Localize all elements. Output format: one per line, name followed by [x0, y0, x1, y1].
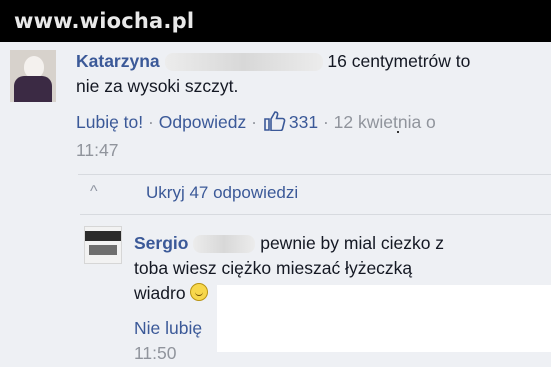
reply-text-line2: toba wiesz ciężko mieszać łyżeczką: [134, 258, 413, 278]
comment-text-line1: 16 centymetrów to: [327, 51, 471, 71]
censored-surname: [164, 53, 323, 72]
reply-text-line3: wiadro: [134, 283, 186, 303]
timestamp-time[interactable]: 11:47: [76, 140, 119, 160]
comment-author[interactable]: Katarzyna: [76, 51, 160, 71]
unlike-link[interactable]: Nie lubię: [134, 318, 202, 338]
reply-timestamp[interactable]: 11:50: [134, 343, 177, 364]
thumbs-up-icon[interactable]: [264, 111, 286, 138]
divider: [78, 174, 551, 175]
reply-author[interactable]: Sergio: [134, 233, 188, 253]
like-count[interactable]: 331: [289, 112, 318, 132]
comment-body: Katarzyna 16 centymetrów to nie za wysok…: [76, 49, 536, 99]
stray-dot: [397, 131, 399, 133]
divider: [80, 214, 551, 215]
timestamp-date[interactable]: 12 kwietnia o: [334, 112, 436, 132]
reply-link[interactable]: Odpowiedz: [159, 112, 247, 132]
censored-surname: [193, 235, 256, 254]
avatar-sergio[interactable]: [84, 226, 122, 264]
reply-text-line1: pewnie by mial ciezko z: [260, 233, 445, 253]
separator: ·: [322, 112, 329, 132]
separator: ·: [148, 112, 154, 132]
censor-box: [217, 285, 551, 352]
watermark-bar: www.wiocha.pl: [0, 0, 551, 42]
chevron-up-icon: ^: [90, 183, 98, 200]
avatar-shape: [89, 245, 117, 255]
hide-replies-label[interactable]: Ukryj 47 odpowiedzi: [146, 183, 298, 203]
reply-actions: Nie lubię: [134, 316, 202, 341]
like-link[interactable]: Lubię to!: [76, 112, 143, 132]
smiley-icon: [190, 283, 209, 301]
comment-text-line2: nie za wysoki szczyt.: [76, 76, 239, 96]
avatar-katarzyna[interactable]: [10, 50, 56, 102]
avatar-shape: [85, 231, 121, 241]
avatar-shirt: [14, 76, 52, 102]
separator: ·: [251, 112, 257, 132]
comment-actions: Lubię to! · Odpowiedz · 331 · 12 kwietni…: [76, 110, 516, 163]
avatar-face-blur: [24, 56, 44, 78]
watermark-text: www.wiocha.pl: [14, 9, 195, 33]
